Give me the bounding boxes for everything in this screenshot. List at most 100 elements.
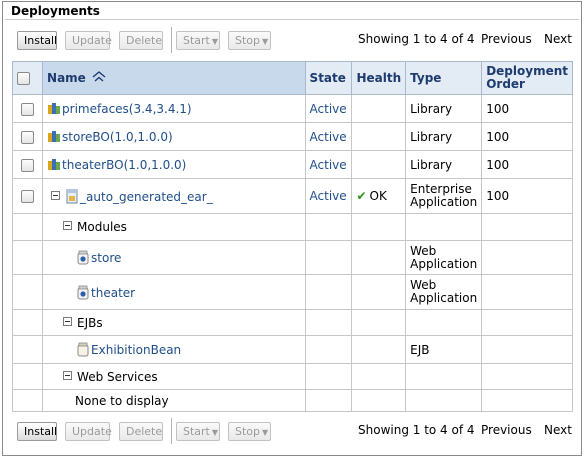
type-line1: Web <box>410 278 437 292</box>
column-header-name[interactable]: Name <box>42 61 306 95</box>
row-checkbox[interactable] <box>21 190 35 203</box>
delete-button[interactable]: Delete <box>119 31 163 50</box>
group-label-cell: Modules <box>42 213 306 241</box>
deployment-link[interactable]: primefaces(3.4,3.4.1) <box>62 102 192 116</box>
type-cell: Enterprise Application <box>405 178 483 214</box>
module-row: store Web Application <box>11 240 573 275</box>
collapse-toggle-icon[interactable] <box>63 221 73 230</box>
table-row: primefaces(3.4,3.4.1) Active Library 100 <box>11 94 573 123</box>
deployments-panel: Deployments Install Update Delete Start ▼… <box>2 1 582 456</box>
empty-cell <box>304 240 353 275</box>
type-line2: Application <box>410 291 478 305</box>
delete-button[interactable]: Delete <box>119 422 163 441</box>
toolbar-separator <box>171 27 172 53</box>
module-link[interactable]: store <box>91 251 121 265</box>
column-header-deployment-order[interactable]: Deployment Order <box>481 61 573 95</box>
type-cell: Library <box>405 150 483 179</box>
column-header-state[interactable]: State <box>304 61 353 95</box>
state-value: Active <box>309 129 347 144</box>
health-cell: ✔ OK <box>351 178 407 214</box>
module-link[interactable]: theater <box>91 286 135 300</box>
name-cell: ExhibitionBean <box>42 335 306 364</box>
previous-link[interactable]: Previous <box>481 423 532 437</box>
group-label: Modules <box>77 220 127 234</box>
name-cell: primefaces(3.4,3.4.1) <box>42 94 306 123</box>
empty-message-cell: None to display <box>42 389 306 412</box>
start-button[interactable]: Start ▼ <box>176 422 220 441</box>
type-line1: Web <box>410 243 437 258</box>
start-button[interactable]: Start ▼ <box>176 31 220 50</box>
order-cell: 100 <box>481 122 573 151</box>
column-header-health[interactable]: Health <box>351 61 407 95</box>
row-checkbox[interactable] <box>21 102 35 116</box>
collapse-toggle-icon[interactable] <box>51 190 61 200</box>
empty-cell <box>11 274 44 310</box>
start-label: Start <box>183 34 210 47</box>
empty-cell <box>304 335 353 364</box>
empty-cell <box>304 213 353 241</box>
deployment-link[interactable]: theaterBO(1.0,1.0.0) <box>62 158 186 172</box>
empty-cell <box>481 240 573 275</box>
deployments-table: Name State Health Type Deployment Order p… <box>11 61 573 412</box>
empty-cell <box>405 363 483 390</box>
deployment-link[interactable]: _auto_generated_ear_ <box>80 190 213 204</box>
empty-cell <box>11 389 44 412</box>
row-checkbox[interactable] <box>21 158 35 172</box>
collapse-toggle-icon[interactable] <box>63 316 73 326</box>
stop-button[interactable]: Stop ▼ <box>228 422 271 441</box>
empty-cell <box>405 389 483 412</box>
group-label-cell: Web Services <box>42 363 306 390</box>
ejb-row: ExhibitionBean EJB <box>11 335 573 364</box>
empty-message: None to display <box>75 393 169 408</box>
ejb-link[interactable]: ExhibitionBean <box>91 343 181 357</box>
chevron-down-icon: ▼ <box>262 428 269 437</box>
install-button[interactable]: Install <box>17 422 57 441</box>
chevron-down-icon: ▼ <box>262 37 269 46</box>
column-header-type[interactable]: Type <box>405 61 483 95</box>
stop-button[interactable]: Stop ▼ <box>228 31 271 50</box>
name-cell: theater <box>42 274 306 310</box>
type-cell: EJB <box>405 335 483 364</box>
order-cell: 100 <box>481 94 573 123</box>
table-header-row: Name State Health Type Deployment Order <box>11 61 573 95</box>
name-cell: theaterBO(1.0,1.0.0) <box>42 150 306 179</box>
pagination-status: Showing 1 to 4 of 4 <box>358 32 475 46</box>
title-divider <box>5 19 579 20</box>
row-checkbox[interactable] <box>21 130 35 144</box>
update-button[interactable]: Update <box>65 31 112 50</box>
update-button[interactable]: Update <box>65 422 112 441</box>
empty-cell <box>304 389 353 412</box>
empty-cell <box>11 363 44 390</box>
empty-cell <box>11 240 44 275</box>
empty-cell <box>405 213 483 241</box>
type-line2: Application <box>410 195 478 209</box>
bean-icon <box>77 342 89 357</box>
type-cell: Library <box>405 122 483 151</box>
module-row: theater Web Application <box>11 274 573 310</box>
next-link[interactable]: Next <box>544 32 572 46</box>
select-all-header <box>11 61 44 95</box>
deployment-link[interactable]: storeBO(1.0,1.0.0) <box>62 130 173 144</box>
order-cell: 100 <box>481 150 573 179</box>
sort-ascending-icon <box>92 71 106 82</box>
name-cell: _auto_generated_ear_ <box>42 178 306 214</box>
select-all-checkbox[interactable] <box>17 72 30 85</box>
state-cell: Active <box>304 122 353 151</box>
previous-link[interactable]: Previous <box>481 32 532 46</box>
empty-cell <box>351 309 407 336</box>
next-link[interactable]: Next <box>544 423 572 437</box>
empty-cell <box>11 335 44 364</box>
install-button[interactable]: Install <box>17 31 57 50</box>
state-cell: Active <box>304 94 353 123</box>
name-cell: store <box>42 240 306 275</box>
group-label: Web Services <box>77 369 158 384</box>
empty-message-row: None to display <box>11 389 573 412</box>
empty-cell <box>405 309 483 336</box>
health-cell <box>351 122 407 151</box>
type-cell: Web Application <box>405 240 483 275</box>
panel-title: Deployments <box>11 4 100 18</box>
collapse-toggle-icon[interactable] <box>63 370 73 380</box>
jar-module-icon <box>77 285 89 299</box>
stop-label: Stop <box>235 34 261 47</box>
row-select-cell <box>11 122 44 151</box>
